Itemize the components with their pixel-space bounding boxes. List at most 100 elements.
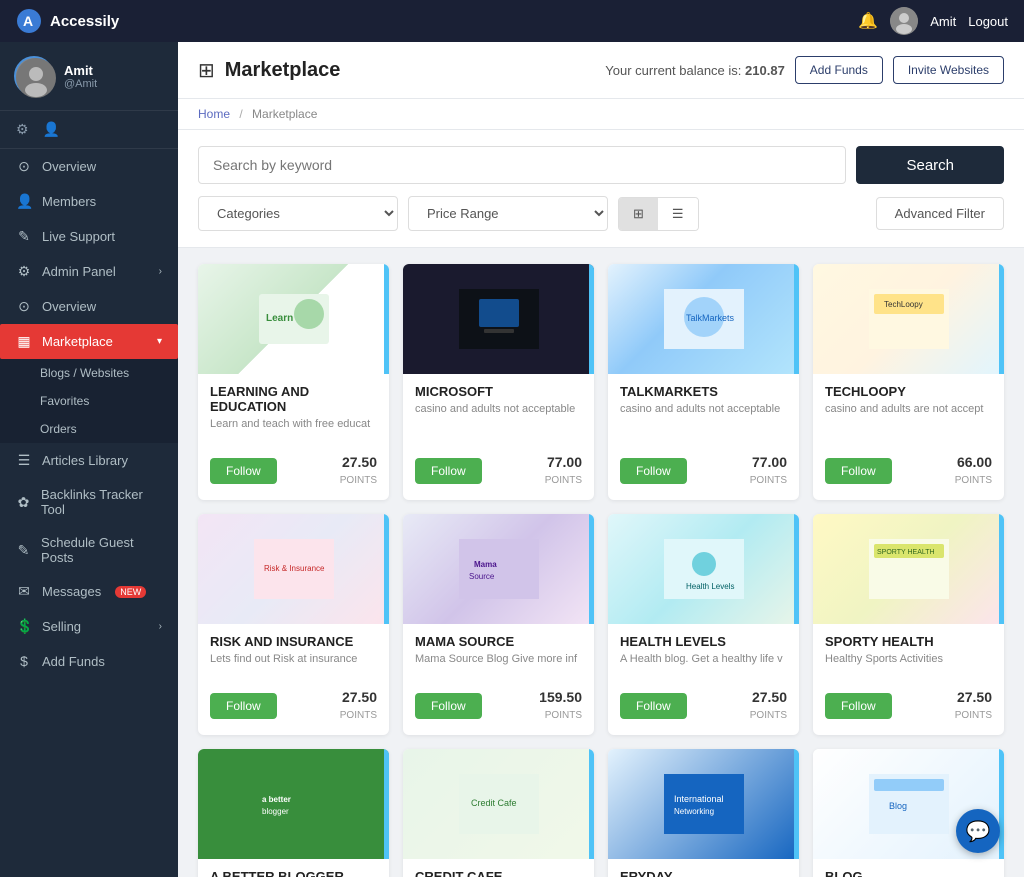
follow-button[interactable]: Follow <box>825 693 892 719</box>
sidebar-item-messages[interactable]: ✉ Messages NEW <box>0 574 178 609</box>
card-title: BLOG <box>825 869 992 877</box>
view-toggle: ⊞ ☰ <box>618 197 699 231</box>
card-body: TECHLOOPY casino and adults are not acce… <box>813 374 1004 448</box>
page-header: ⊞ Marketplace Your current balance is: 2… <box>178 42 1024 99</box>
sidebar-sub-blogs-websites[interactable]: Blogs / Websites <box>0 359 178 387</box>
card-desc: A Health blog. Get a healthy life v <box>620 653 787 665</box>
price-range-select[interactable]: Price Range <box>408 196 608 231</box>
settings-icon[interactable]: ⚙ <box>16 121 29 138</box>
messages-icon: ✉ <box>16 583 32 600</box>
sidebar-item-label: Members <box>42 194 96 209</box>
sidebar-item-add-funds[interactable]: $ Add Funds <box>0 644 178 678</box>
logout-button[interactable]: Logout <box>968 14 1008 29</box>
sidebar-nav: ⊙ Overview 👤 Members ✎ Live Support ⚙ Ad… <box>0 149 178 877</box>
card-body: BLOG <box>813 859 1004 877</box>
page-header-left: ⊞ Marketplace <box>198 58 340 83</box>
svg-text:Credit Cafe: Credit Cafe <box>471 798 517 808</box>
follow-button[interactable]: Follow <box>210 693 277 719</box>
balance-text: Your current balance is: 210.87 <box>605 63 785 78</box>
overview2-icon: ⊙ <box>16 298 32 315</box>
sidebar-sub-favorites[interactable]: Favorites <box>0 387 178 415</box>
chat-fab[interactable]: 💬 <box>956 809 1000 853</box>
page-header-right: Your current balance is: 210.87 Add Fund… <box>605 56 1004 84</box>
card-title: SPORTY HEALTH <box>825 634 992 649</box>
sidebar-item-members[interactable]: 👤 Members <box>0 184 178 219</box>
sidebar-item-selling[interactable]: 💲 Selling › <box>0 609 178 644</box>
add-funds-button[interactable]: Add Funds <box>795 56 883 84</box>
card-indicator <box>794 749 799 859</box>
marketplace-grid-icon: ⊞ <box>198 58 215 83</box>
card-title: CREDIT CAFE <box>415 869 582 877</box>
sidebar-item-marketplace[interactable]: ▦ Marketplace ▾ <box>0 324 178 359</box>
admin-panel-icon: ⚙ <box>16 263 32 280</box>
card-body: MICROSOFT casino and adults not acceptab… <box>403 374 594 448</box>
invite-websites-button[interactable]: Invite Websites <box>893 56 1004 84</box>
backlinks-icon: ✿ <box>16 494 31 511</box>
card-title: TALKMARKETS <box>620 384 787 399</box>
card-points-label: POINTS <box>750 475 787 486</box>
card-body: MAMA SOURCE Mama Source Blog Give more i… <box>403 624 594 683</box>
search-row: Search <box>198 146 1004 184</box>
card-image <box>403 264 594 374</box>
sidebar-item-label: Selling <box>42 619 81 634</box>
card-indicator <box>999 749 1004 859</box>
card-title: ERYDAY <box>620 869 787 877</box>
card-footer: Follow 159.50 POINTS <box>403 683 594 735</box>
sidebar-item-schedule-guest[interactable]: ✎ Schedule Guest Posts <box>0 526 178 574</box>
grid-view-button[interactable]: ⊞ <box>619 198 658 230</box>
card-footer: Follow 27.50 POINTS <box>608 683 799 735</box>
card-indicator <box>794 514 799 624</box>
card-points: 66.00 POINTS <box>955 454 992 488</box>
top-navbar: A Accessily 🔔 Amit Logout <box>0 0 1024 42</box>
card-image: a betterblogger <box>198 749 389 859</box>
sidebar-item-label: Add Funds <box>42 654 105 669</box>
categories-select[interactable]: Categories <box>198 196 398 231</box>
breadcrumb-separator: / <box>239 107 242 121</box>
card-title: A BETTER BLOGGER <box>210 869 377 877</box>
card-desc: Healthy Sports Activities <box>825 653 992 665</box>
card-points: 27.50 POINTS <box>340 454 377 488</box>
sidebar-item-overview[interactable]: ⊙ Overview <box>0 149 178 184</box>
card-footer: Follow 27.50 POINTS <box>198 448 389 500</box>
schedule-icon: ✎ <box>16 542 31 559</box>
card-desc: Learn and teach with free educat <box>210 418 377 430</box>
card-indicator <box>384 264 389 374</box>
breadcrumb: Home / Marketplace <box>178 99 1024 130</box>
card-points-value: 27.50 <box>340 454 377 470</box>
breadcrumb-home[interactable]: Home <box>198 107 230 121</box>
card-indicator <box>384 514 389 624</box>
sidebar-item-articles-library[interactable]: ☰ Articles Library <box>0 443 178 478</box>
card-points-label: POINTS <box>955 710 992 721</box>
sidebar-item-label: Admin Panel <box>42 264 116 279</box>
articles-icon: ☰ <box>16 452 32 469</box>
cards-grid: Learn LEARNING AND EDUCATION Learn and t… <box>198 264 1004 877</box>
sidebar-item-live-support[interactable]: ✎ Live Support <box>0 219 178 254</box>
card-talkmarkets: TalkMarkets TALKMARKETS casino and adult… <box>608 264 799 500</box>
advanced-filter-button[interactable]: Advanced Filter <box>876 197 1004 230</box>
sidebar-item-backlinks-tracker[interactable]: ✿ Backlinks Tracker Tool <box>0 478 178 526</box>
card-image: TechLoopy <box>813 264 1004 374</box>
follow-button[interactable]: Follow <box>620 458 687 484</box>
card-points-value: 27.50 <box>750 689 787 705</box>
card-title: HEALTH LEVELS <box>620 634 787 649</box>
sidebar-item-admin-panel[interactable]: ⚙ Admin Panel › <box>0 254 178 289</box>
search-input[interactable] <box>198 146 846 184</box>
sidebar-sub-orders[interactable]: Orders <box>0 415 178 443</box>
sidebar-avatar <box>14 56 54 96</box>
search-button[interactable]: Search <box>856 146 1004 184</box>
notification-bell-icon[interactable]: 🔔 <box>858 11 878 31</box>
follow-button[interactable]: Follow <box>620 693 687 719</box>
list-view-button[interactable]: ☰ <box>658 198 698 230</box>
card-body: TALKMARKETS casino and adults not accept… <box>608 374 799 448</box>
follow-button[interactable]: Follow <box>415 693 482 719</box>
follow-button[interactable]: Follow <box>210 458 277 484</box>
follow-button[interactable]: Follow <box>415 458 482 484</box>
profile-icon[interactable]: 👤 <box>43 121 60 138</box>
card-mama-source: MamaSource MAMA SOURCE Mama Source Blog … <box>403 514 594 735</box>
svg-text:blogger: blogger <box>262 807 289 816</box>
svg-text:Risk & Insurance: Risk & Insurance <box>264 564 325 573</box>
card-footer: Follow 77.00 POINTS <box>403 448 594 500</box>
sidebar-item-overview2[interactable]: ⊙ Overview <box>0 289 178 324</box>
sidebar-item-label: Schedule Guest Posts <box>41 535 162 565</box>
follow-button[interactable]: Follow <box>825 458 892 484</box>
